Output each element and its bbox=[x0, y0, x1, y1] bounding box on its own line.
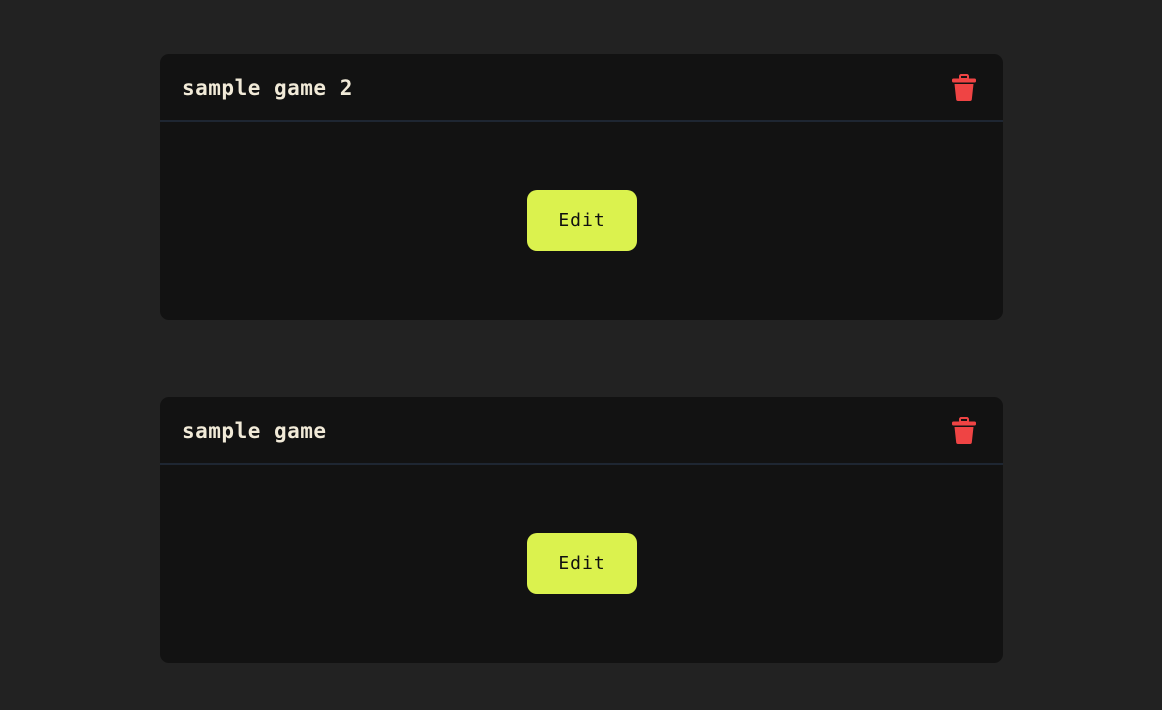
edit-button[interactable]: Edit bbox=[527, 190, 637, 251]
game-title: sample game 2 bbox=[182, 76, 353, 100]
game-card: sample game 2 Edit bbox=[160, 54, 1003, 320]
game-card-header: sample game 2 bbox=[160, 54, 1003, 122]
trash-icon bbox=[952, 74, 976, 101]
game-card-header: sample game bbox=[160, 397, 1003, 465]
delete-game-button[interactable] bbox=[951, 417, 977, 445]
game-card: sample game Edit bbox=[160, 397, 1003, 663]
delete-game-button[interactable] bbox=[951, 74, 977, 102]
game-title: sample game bbox=[182, 419, 327, 443]
edit-button[interactable]: Edit bbox=[527, 533, 637, 594]
trash-icon bbox=[952, 417, 976, 444]
